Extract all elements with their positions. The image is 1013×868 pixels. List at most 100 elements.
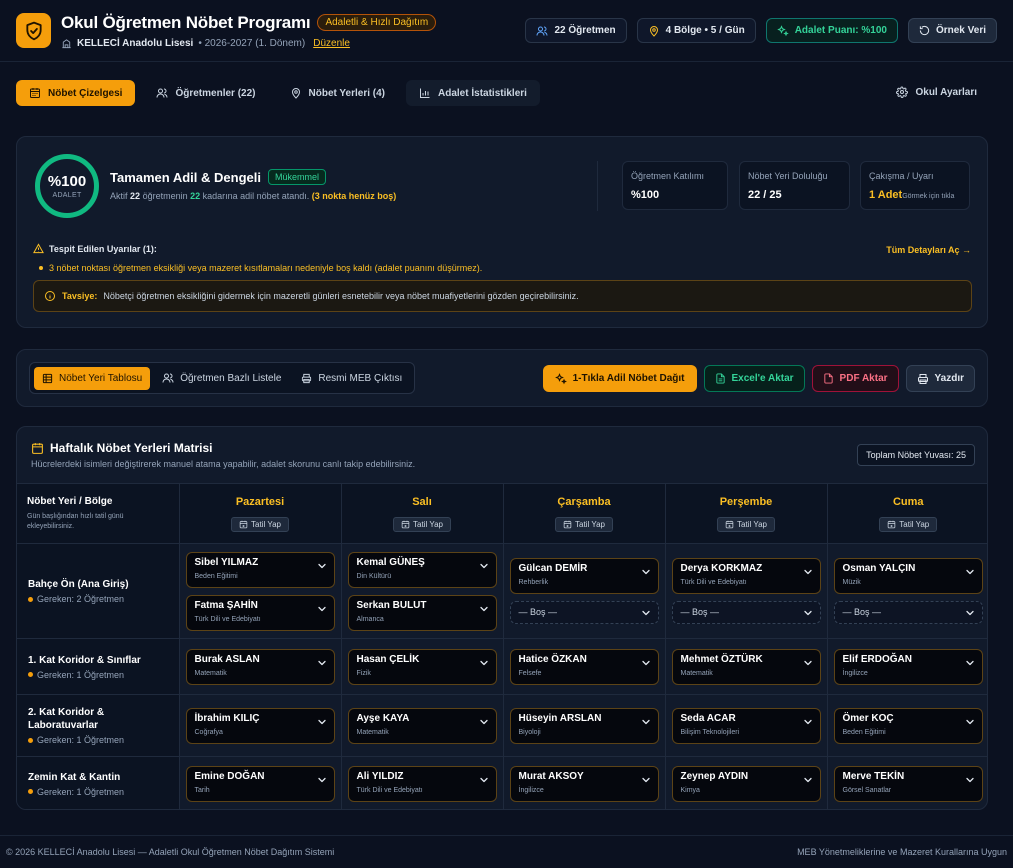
teacher-subject: Fizik	[356, 669, 371, 677]
teacher-subject: Görsel Sanatlar	[842, 786, 892, 794]
day-header: Cuma Tatil Yap	[827, 483, 987, 544]
teacher-select[interactable]: Sibel YILMAZ Beden Eğitimi	[185, 551, 335, 588]
teacher-name: Emine DOĞAN	[194, 770, 265, 782]
teacher-select[interactable]: Merve TEKİN Görsel Sanatlar	[833, 765, 983, 802]
teacher-select[interactable]: Osman YALÇIN Müzik	[833, 558, 983, 594]
teacher-select[interactable]: Seda ACAR Bilişim Teknolojileri	[671, 707, 821, 744]
teacher-name: Ayşe KAYA	[356, 712, 410, 724]
table-row: Zemin Kat & Kantin Gereken: 1 Öğretmen Emi…	[17, 756, 987, 809]
calendar-icon	[29, 87, 41, 99]
holiday-button[interactable]: Tatil Yap	[231, 516, 289, 532]
tip-label: Tavsiye:	[62, 291, 98, 301]
teacher-select[interactable]: Ali YILDIZ Türk Dili ve Edebiyatı	[347, 765, 497, 802]
zones-pill: 4 Bölge • 5 / Gün	[636, 18, 756, 43]
teacher-select[interactable]: Kemal GÜNEŞ Din Kültürü	[347, 551, 497, 588]
teacher-select[interactable]: Hatice ÖZKAN Felsefe	[509, 648, 659, 685]
title-badge: Adaletli & Hızlı Dağıtım	[317, 14, 437, 31]
sample-data-button[interactable]: Örnek Veri	[907, 18, 997, 43]
teacher-subject: Bilişim Teknolojileri	[680, 728, 740, 736]
holiday-button[interactable]: Tatil Yap	[555, 516, 613, 532]
location-name: Bahçe Ön (Ana Giriş)	[28, 579, 129, 590]
view-official-output-button[interactable]: Resmi MEB Çıktısı	[293, 367, 410, 390]
chevron-down-icon	[316, 657, 328, 669]
teacher-select[interactable]: Ömer KOÇ Beden Eğitimi	[833, 707, 983, 744]
show-details-link[interactable]: Tüm Detayları Aç →	[886, 245, 971, 255]
teacher-select[interactable]: Murat AKSOY İngilizce	[509, 765, 659, 802]
teacher-count-pill: 22 Öğretmen	[525, 18, 627, 43]
view-location-table-button[interactable]: Nöbet Yeri Tablosu	[34, 366, 151, 390]
assignment-cell: Ömer KOÇ Beden Eğitimi	[827, 694, 987, 757]
bullet-dot	[28, 672, 33, 677]
teacher-subject: Türk Dili ve Edebiyatı	[194, 615, 261, 623]
teacher-select[interactable]: Elif ERDOĞAN İngilizce	[833, 648, 983, 685]
teacher-select[interactable]: Serkan BULUT Almanca	[347, 594, 497, 631]
teacher-subject: İngilizce	[842, 669, 868, 677]
required-count: Gereken: 1 Öğretmen	[28, 787, 168, 797]
users-icon	[156, 87, 168, 99]
teacher-select[interactable]: Ayşe KAYA Matematik	[347, 707, 497, 744]
assignment-cell: Gülcan DEMİR Rehberlik — Boş —	[503, 543, 666, 639]
teacher-subject: Din Kültürü	[356, 572, 392, 580]
calendar-x-icon	[239, 520, 248, 529]
table-icon	[42, 373, 53, 384]
holiday-button[interactable]: Tatil Yap	[879, 516, 938, 532]
print-button[interactable]: Yazdır	[905, 365, 975, 392]
day-header: Salı Tatil Yap	[341, 483, 504, 544]
teacher-select-empty[interactable]: — Boş —	[509, 601, 659, 624]
teacher-select[interactable]: Hasan ÇELİK Fizik	[347, 648, 497, 685]
map-pin-icon	[290, 87, 302, 99]
total-slots-badge: Toplam Nöbet Yuvası: 25	[857, 444, 975, 466]
location-cell: Bahçe Ön (Ana Giriş) Gereken: 2 Öğretmen	[17, 543, 180, 639]
teacher-select[interactable]: Derya KORKMAZ Türk Dili ve Edebiyatı	[671, 558, 821, 594]
chevron-down-icon	[478, 716, 490, 728]
tab-schedule[interactable]: Nöbet Çizelgesi	[16, 80, 136, 106]
teacher-select[interactable]: Gülcan DEMİR Rehberlik	[509, 558, 659, 594]
chevron-down-icon	[640, 774, 652, 786]
status-badge: Mükemmel	[267, 169, 326, 185]
teacher-select[interactable]: İbrahim KILIÇ Coğrafya	[185, 707, 335, 744]
teacher-select[interactable]: Zeynep AYDIN Kimya	[671, 765, 821, 802]
teacher-select-empty[interactable]: — Boş —	[833, 601, 983, 624]
assignment-cell: Sibel YILMAZ Beden Eğitimi Fatma ŞAHİN Türk…	[179, 543, 342, 639]
teacher-select[interactable]: Burak ASLAN Matematik	[185, 648, 335, 685]
teacher-name: Elif ERDOĞAN	[842, 653, 912, 665]
teacher-name: İbrahim KILIÇ	[194, 712, 260, 724]
gear-icon	[896, 86, 909, 98]
tab-locations[interactable]: Nöbet Yerleri (4)	[277, 80, 399, 106]
stat-conflicts[interactable]: Çakışma / Uyarı 1 AdetGörmek için tıkla	[860, 161, 970, 210]
school-name: KELLECİ Anadolu Lisesi	[77, 37, 194, 49]
holiday-button[interactable]: Tatil Yap	[717, 516, 775, 532]
teacher-select[interactable]: Hüseyin ARSLAN Biyoloji	[509, 707, 659, 744]
teacher-select[interactable]: Fatma ŞAHİN Türk Dili ve Edebiyatı	[185, 594, 335, 631]
chevron-down-icon	[802, 566, 814, 578]
teacher-select-empty[interactable]: — Boş —	[671, 601, 821, 624]
day-header: Çarşamba Tatil Yap	[503, 483, 666, 544]
chevron-down-icon	[802, 774, 814, 786]
assignment-cell: Hatice ÖZKAN Felsefe	[503, 638, 666, 695]
fairness-score-ring: %100 ADALET	[35, 154, 99, 218]
tab-teachers[interactable]: Öğretmenler (22)	[143, 80, 268, 106]
assignment-cell: Osman YALÇIN Müzik — Boş —	[827, 543, 987, 639]
teacher-subject: Matematik	[194, 669, 227, 677]
school-settings-button[interactable]: Okul Ayarları	[896, 86, 977, 98]
assignment-cell: Merve TEKİN Görsel Sanatlar	[827, 756, 987, 809]
teacher-select[interactable]: Mehmet ÖZTÜRK Matematik	[671, 648, 821, 685]
teacher-name: Seda ACAR	[680, 712, 736, 724]
distribute-button[interactable]: 1-Tıkla Adil Nöbet Dağıt	[542, 365, 697, 392]
teacher-subject: Müzik	[842, 579, 861, 586]
schedule-table: Nöbet Yeri / Bölge Gün başlığından hızlı…	[17, 483, 987, 809]
tab-stats[interactable]: Adalet İstatistikleri	[406, 80, 540, 106]
chevron-down-icon	[964, 716, 976, 728]
chevron-down-icon	[316, 560, 328, 572]
view-teacher-list-button[interactable]: Öğretmen Bazlı Listele	[154, 367, 289, 390]
export-pdf-button[interactable]: PDF Aktar	[811, 365, 899, 392]
fairness-title: Tamamen Adil & Dengeli	[110, 169, 261, 185]
holiday-button[interactable]: Tatil Yap	[393, 516, 451, 532]
chevron-down-icon	[964, 774, 976, 786]
export-excel-button[interactable]: Excel'e Aktar	[703, 365, 805, 392]
edit-school-link[interactable]: Düzenle	[313, 38, 350, 49]
teacher-subject: Kimya	[680, 786, 700, 794]
sparkles-icon	[554, 372, 567, 385]
teacher-select[interactable]: Emine DOĞAN Tarih	[185, 765, 335, 802]
chevron-down-icon	[478, 657, 490, 669]
